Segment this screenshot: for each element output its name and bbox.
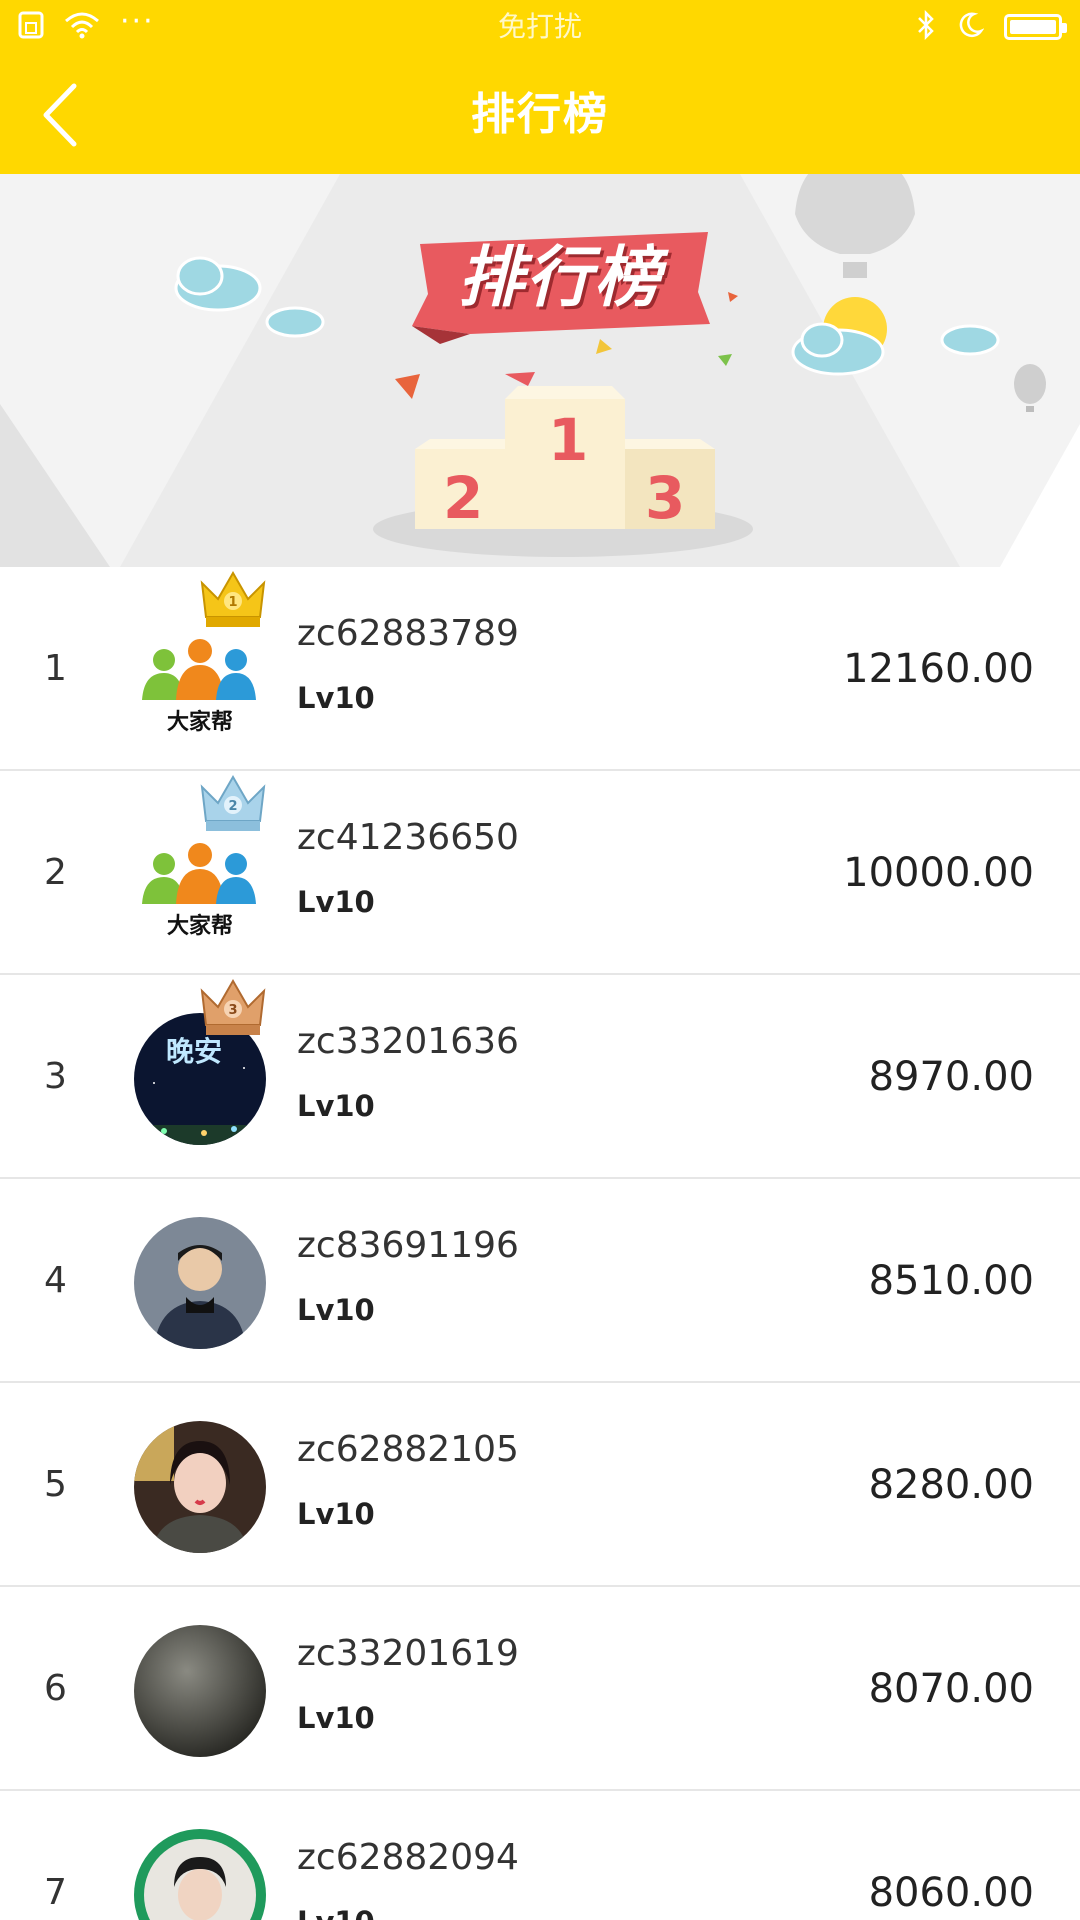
username: zc41236650 <box>297 817 519 858</box>
ranking-row[interactable]: 2 大家帮 2 zc41236650 Lv10 10000.00 <box>0 771 1080 975</box>
score-value: 10000.00 <box>843 850 1034 896</box>
nav-bar: 排行榜 <box>0 55 1080 174</box>
username: zc33201619 <box>297 1633 519 1674</box>
battery-icon <box>1004 14 1067 40</box>
bluetooth-icon <box>916 9 936 44</box>
level-badge: Lv10 <box>297 885 375 919</box>
podium-number-1: 1 <box>548 406 589 474</box>
username: zc62882105 <box>297 1429 519 1470</box>
page-title: 排行榜 <box>471 89 609 140</box>
status-right <box>916 9 1067 44</box>
ranking-row[interactable]: 6 zc33201619 Lv10 8070.00 <box>0 1587 1080 1791</box>
svg-text:2: 2 <box>228 799 237 814</box>
rank-number: 3 <box>44 1056 67 1097</box>
level-badge: Lv10 <box>297 1293 375 1327</box>
avatar-logo-text: 大家帮 <box>167 709 233 735</box>
rank-number: 7 <box>44 1872 67 1913</box>
avatar-logo-text: 大家帮 <box>167 913 233 939</box>
username: zc83691196 <box>297 1225 519 1266</box>
bronze-crown-icon: 3 <box>200 978 266 1035</box>
ranking-row[interactable]: 1 大家帮 1 zc62883789 Lv10 12160.00 <box>0 567 1080 771</box>
rank-number: 2 <box>44 852 67 893</box>
silver-crown-icon: 2 <box>200 774 266 831</box>
level-badge: Lv10 <box>297 1089 375 1123</box>
svg-text:1: 1 <box>228 595 237 610</box>
avatar <box>134 1217 266 1349</box>
avatar <box>134 1625 266 1757</box>
ranking-row[interactable]: 4 zc83691196 Lv10 8510.00 <box>0 1179 1080 1383</box>
banner-title: 排行榜 <box>458 239 662 316</box>
score-value: 8070.00 <box>868 1666 1034 1712</box>
podium-number-3: 3 <box>645 464 686 532</box>
level-badge: Lv10 <box>297 1701 375 1735</box>
ranking-list: 1 大家帮 1 zc62883789 Lv10 12160.00 2 大家帮 2… <box>0 567 1080 1920</box>
rank-number: 5 <box>44 1464 67 1505</box>
podium-number-2: 2 <box>443 464 484 532</box>
svg-text:3: 3 <box>228 1003 237 1018</box>
avatar <box>134 1829 266 1920</box>
score-value: 12160.00 <box>843 646 1034 692</box>
rank-number: 1 <box>44 648 67 689</box>
moon-icon <box>956 11 985 43</box>
username: zc33201636 <box>297 1021 519 1062</box>
rank-number: 4 <box>44 1260 67 1301</box>
score-value: 8280.00 <box>868 1462 1034 1508</box>
level-badge: Lv10 <box>297 1905 375 1920</box>
avatar <box>134 1421 266 1553</box>
rank-number: 6 <box>44 1668 67 1709</box>
ranking-row[interactable]: 5 zc62882105 Lv10 8280.00 <box>0 1383 1080 1587</box>
ranking-row[interactable]: 3 晚安 3 zc33201636 Lv10 8970.00 <box>0 975 1080 1179</box>
score-value: 8510.00 <box>868 1258 1034 1304</box>
username: zc62882094 <box>297 1837 519 1878</box>
status-bar: ··· 免打扰 <box>0 0 1080 55</box>
score-value: 8970.00 <box>868 1054 1034 1100</box>
level-badge: Lv10 <box>297 681 375 715</box>
username: zc62883789 <box>297 613 519 654</box>
level-badge: Lv10 <box>297 1497 375 1531</box>
score-value: 8060.00 <box>868 1870 1034 1916</box>
gold-crown-icon: 1 <box>200 570 266 627</box>
ranking-row[interactable]: 7 zc62882094 Lv10 8060.00 <box>0 1791 1080 1920</box>
ranking-banner: 排行榜 1 2 3 <box>0 174 1080 567</box>
